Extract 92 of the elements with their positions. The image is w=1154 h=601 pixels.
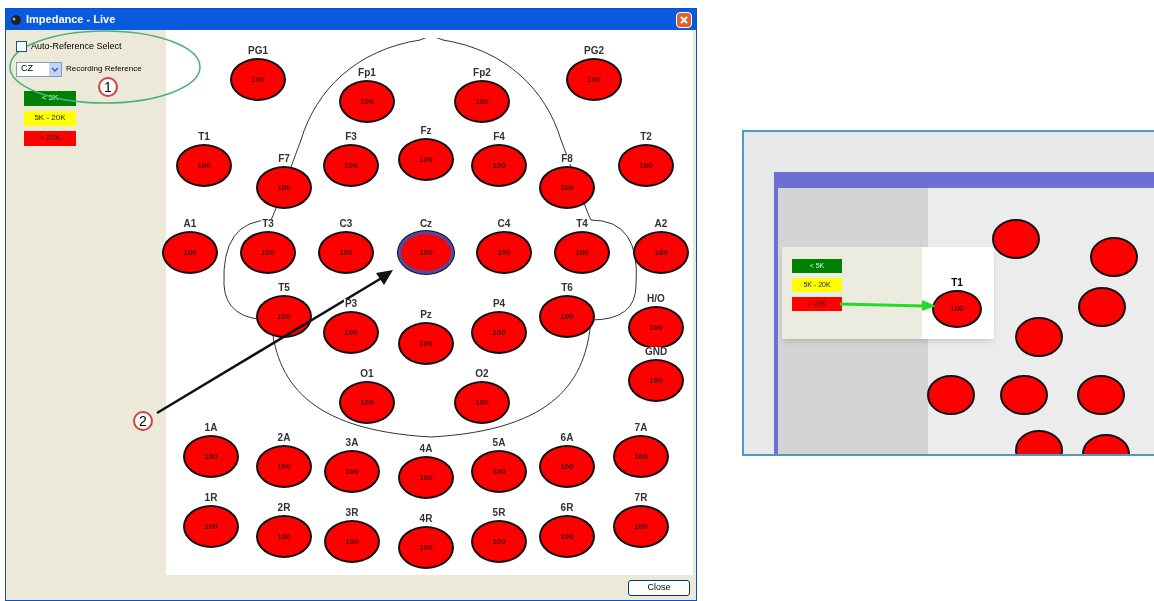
electrode[interactable]: 100 xyxy=(256,515,312,559)
electrode-label: F4 xyxy=(492,132,506,143)
electrode[interactable]: 100 xyxy=(230,58,286,102)
electrode[interactable]: 100 xyxy=(539,166,595,210)
electrode-label: T1 xyxy=(951,276,963,290)
electrode-label: A1 xyxy=(182,219,198,230)
electrode[interactable]: 100 xyxy=(628,359,684,403)
window-title: Impedance - Live xyxy=(26,12,116,28)
electrode-label: F7 xyxy=(277,154,291,165)
electrode-label: Fp1 xyxy=(357,68,377,79)
electrode-label: P3 xyxy=(343,299,359,310)
close-icon[interactable] xyxy=(676,11,692,28)
electrode-label: T1 xyxy=(197,132,211,143)
app-icon xyxy=(10,13,22,26)
electrode-label: T4 xyxy=(575,219,589,230)
electrode[interactable]: 100 xyxy=(398,231,454,275)
electrode-label: PG2 xyxy=(583,46,605,57)
electrode-label: 3A xyxy=(344,438,360,449)
electrode-label: Cz xyxy=(418,219,434,230)
electrode[interactable]: 100 xyxy=(471,520,527,564)
electrode[interactable]: 100 xyxy=(471,450,527,494)
electrode[interactable]: 100 xyxy=(183,505,239,549)
electrode-label: 6R xyxy=(559,503,575,514)
electrode[interactable]: 100 xyxy=(471,311,527,355)
electrode[interactable]: 100 xyxy=(162,231,218,275)
electrode[interactable]: 100 xyxy=(323,311,379,355)
electrode-label: 6A xyxy=(559,433,575,444)
electrode[interactable]: 100 xyxy=(454,80,510,124)
electrode[interactable]: 100 xyxy=(324,520,380,564)
dropdown-label: Recording Reference xyxy=(66,63,142,76)
electrode-label: O2 xyxy=(474,369,490,380)
electrode-label: 3R xyxy=(344,508,360,519)
electrode[interactable]: 100 xyxy=(176,144,232,188)
electrode[interactable]: 100 xyxy=(613,435,669,479)
electrode-label: PG1 xyxy=(247,46,269,57)
electrode-label: GND xyxy=(643,347,669,358)
electrode[interactable]: 100 xyxy=(476,231,532,275)
electrode[interactable]: 100 xyxy=(323,144,379,188)
electrode[interactable]: 100 xyxy=(324,450,380,494)
electrode[interactable]: 100 xyxy=(539,295,595,339)
electrode-label: P4 xyxy=(491,299,507,310)
electrode[interactable]: 100 xyxy=(256,295,312,339)
electrode[interactable]: 100 xyxy=(613,505,669,549)
electrode-label: 1R xyxy=(203,493,219,504)
electrode-label: Fz xyxy=(419,126,433,137)
reference-dropdown[interactable]: CZ xyxy=(16,61,62,77)
electrode[interactable]: 100 xyxy=(256,166,312,210)
electrode[interactable]: 100 xyxy=(339,381,395,425)
checkbox[interactable] xyxy=(16,41,27,53)
electrode[interactable]: 100 xyxy=(471,144,527,188)
electrode-label: C4 xyxy=(496,219,512,230)
electrode-label: T5 xyxy=(277,283,291,294)
electrode-label: 5R xyxy=(491,508,507,519)
electrode[interactable]: 100 xyxy=(318,231,374,275)
electrode-label: 2A xyxy=(276,433,292,444)
legend-item: > 20K xyxy=(24,130,76,146)
electrode-label: Pz xyxy=(419,310,433,321)
electrode-label: 1A xyxy=(203,423,219,434)
electrode[interactable]: 100 xyxy=(566,58,622,102)
electrode[interactable]: 100 xyxy=(256,445,312,489)
electrode-label: T3 xyxy=(261,219,275,230)
electrode-label: 7A xyxy=(633,423,649,434)
electrode-label: H/O xyxy=(646,294,666,305)
electrode[interactable]: 100 xyxy=(554,231,610,275)
electrode-label: F3 xyxy=(344,132,358,143)
checkbox-label: Auto-Reference Select xyxy=(31,40,122,54)
electrode-label: 2R xyxy=(276,503,292,514)
electrode-label: O1 xyxy=(359,369,375,380)
electrode-label: F8 xyxy=(560,154,574,165)
electrode[interactable]: 100 xyxy=(398,456,454,500)
electrode-label: 4A xyxy=(418,444,434,455)
electrode-label: 7R xyxy=(633,493,649,504)
electrode[interactable]: 100 xyxy=(539,515,595,559)
electrode[interactable]: 100 xyxy=(398,526,454,570)
electrode-label: Fp2 xyxy=(472,68,492,79)
electrode-label: T2 xyxy=(639,132,653,143)
electrode[interactable]: 100 xyxy=(618,144,674,188)
electrode[interactable]: 100 xyxy=(339,80,395,124)
electrode-label: A2 xyxy=(653,219,669,230)
electrode-label: 5A xyxy=(491,438,507,449)
electrode[interactable]: 100 xyxy=(539,445,595,489)
electrode[interactable]: 100 xyxy=(454,381,510,425)
electrode-label: C3 xyxy=(338,219,354,230)
electrode-label: T6 xyxy=(560,283,574,294)
electrode[interactable]: 100 xyxy=(633,231,689,275)
close-button[interactable]: Close xyxy=(628,579,690,596)
electrode-label: 4R xyxy=(418,514,434,525)
electrode[interactable]: 100 xyxy=(398,138,454,182)
electrode[interactable]: 100 xyxy=(183,435,239,479)
electrode[interactable]: 100 xyxy=(398,322,454,366)
legend-item: 5K - 20K xyxy=(24,110,76,126)
electrode[interactable]: 100 xyxy=(240,231,296,275)
